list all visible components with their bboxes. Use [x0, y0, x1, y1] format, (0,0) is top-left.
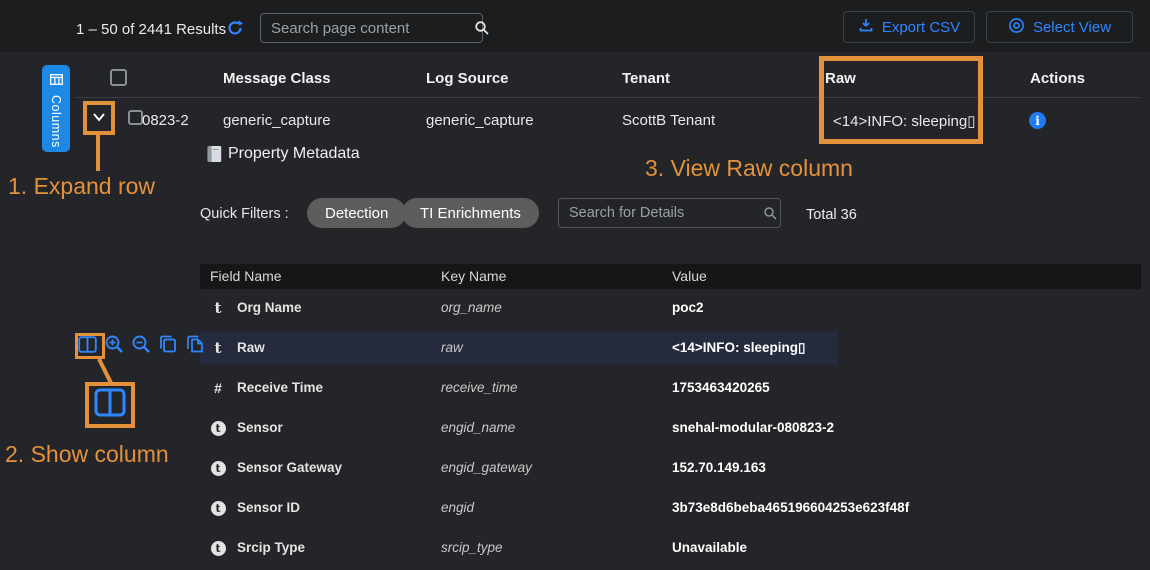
book-icon [205, 145, 222, 168]
results-count: 1 – 50 of 2441 Results [76, 21, 226, 38]
search-icon[interactable] [474, 20, 490, 36]
header-divider [75, 97, 1140, 98]
field-name: Srcip Type [237, 528, 305, 568]
refresh-icon[interactable] [226, 19, 244, 37]
metadata-row[interactable]: t Srcip Type srcip_type Unavailable [200, 528, 1141, 568]
annotation-box-column-icon-zoom [85, 382, 135, 428]
annotation-step3: 3. View Raw column [645, 155, 853, 182]
key-name: engid_gateway [441, 448, 532, 488]
field-value: poc2 [672, 288, 704, 328]
metadata-row[interactable]: t Raw raw <14>INFO: sleeping▯ [200, 328, 1141, 368]
row-action-icons [76, 333, 206, 355]
field-value: <14>INFO: sleeping▯ [672, 328, 805, 368]
key-name: receive_time [441, 368, 518, 408]
metadata-row[interactable]: # Receive Time receive_time 175346342026… [200, 368, 1141, 408]
select-view-label: Select View [1033, 19, 1111, 36]
key-name: engid [441, 488, 474, 528]
zoom-in-icon[interactable] [103, 333, 125, 355]
annotation-step2: 2. Show column [5, 441, 169, 468]
column-header-raw[interactable]: Raw [825, 70, 856, 87]
details-search-input[interactable] [559, 205, 760, 221]
key-name: raw [441, 328, 463, 368]
text-circle-type-icon: t [209, 448, 227, 488]
metadata-header-field-name: Field Name [210, 268, 282, 284]
info-icon[interactable]: i [1029, 112, 1046, 129]
field-name: Sensor ID [237, 488, 300, 528]
metadata-header-value: Value [672, 268, 707, 284]
details-search-icon[interactable] [760, 206, 780, 221]
duplicate-pages-icon[interactable] [184, 333, 206, 355]
metadata-row[interactable]: t Sensor Gateway engid_gateway 152.70.14… [200, 448, 1141, 488]
top-bar: 1 – 50 of 2441 Results Export CSV Select… [0, 0, 1150, 52]
row-log-source: generic_capture [426, 112, 534, 129]
metadata-table-header: Field Name Key Name Value [200, 264, 1141, 289]
column-header-actions: Actions [1030, 70, 1085, 87]
select-view-button[interactable]: Select View [986, 11, 1133, 43]
copy-icon[interactable] [157, 333, 179, 355]
text-circle-type-icon: t [209, 408, 227, 448]
row-checkbox[interactable] [128, 110, 143, 125]
export-csv-label: Export CSV [882, 19, 960, 36]
text-type-icon: t [209, 288, 227, 328]
details-search [558, 198, 781, 228]
row-id: 0823-2 [142, 112, 189, 129]
total-count: Total 36 [806, 207, 857, 223]
filter-ti-enrichments-button[interactable]: TI Enrichments [402, 198, 539, 228]
field-value: Unavailable [672, 528, 747, 568]
key-name: srcip_type [441, 528, 503, 568]
field-value: snehal-modular-080823-2 [672, 408, 834, 448]
metadata-header-key-name: Key Name [441, 268, 506, 284]
column-header-message-class[interactable]: Message Class [223, 70, 331, 87]
key-name: org_name [441, 288, 502, 328]
column-header-tenant[interactable]: Tenant [622, 70, 670, 87]
download-icon [858, 17, 874, 37]
table-columns-icon [50, 72, 63, 90]
metadata-row[interactable]: t Org Name org_name poc2 [200, 288, 1141, 328]
filter-detection-button[interactable]: Detection [307, 198, 406, 228]
number-type-icon: # [209, 368, 227, 408]
field-name: Sensor [237, 408, 283, 448]
field-value: 1753463420265 [672, 368, 770, 408]
text-circle-type-icon: t [209, 528, 227, 568]
field-name: Receive Time [237, 368, 323, 408]
detail-panel-title: Property Metadata [228, 145, 360, 163]
select-all-checkbox[interactable] [110, 69, 127, 86]
export-csv-button[interactable]: Export CSV [843, 11, 975, 43]
quick-filters-label: Quick Filters : [200, 206, 289, 222]
field-name: Sensor Gateway [237, 448, 342, 488]
annotation-step1: 1. Expand row [8, 173, 155, 200]
field-name: Raw [237, 328, 265, 368]
columns-panel-button[interactable]: Columns [42, 65, 70, 152]
row-raw-value: <14>INFO: sleeping▯ [833, 112, 976, 130]
show-column-icon-large [94, 388, 126, 422]
log-results-page: 1 – 50 of 2441 Results Export CSV Select… [0, 0, 1150, 570]
column-header-log-source[interactable]: Log Source [426, 70, 509, 87]
page-search [260, 13, 483, 43]
zoom-out-icon[interactable] [130, 333, 152, 355]
row-tenant: ScottB Tenant [622, 112, 715, 129]
eye-icon [1008, 17, 1025, 38]
metadata-row[interactable]: t Sensor ID engid 3b73e8d6beba4651966042… [200, 488, 1141, 528]
page-search-input[interactable] [261, 20, 474, 37]
field-name: Org Name [237, 288, 302, 328]
expand-row-chevron[interactable] [89, 109, 109, 125]
field-value: 152.70.149.163 [672, 448, 766, 488]
row-message-class: generic_capture [223, 112, 331, 129]
key-name: engid_name [441, 408, 515, 448]
text-type-icon: t [209, 328, 227, 368]
metadata-row[interactable]: t Sensor engid_name snehal-modular-08082… [200, 408, 1141, 448]
text-circle-type-icon: t [209, 488, 227, 528]
field-value: 3b73e8d6beba465196604253e623f48f [672, 488, 909, 528]
show-column-icon[interactable] [76, 333, 98, 355]
columns-panel-label: Columns [49, 95, 63, 148]
